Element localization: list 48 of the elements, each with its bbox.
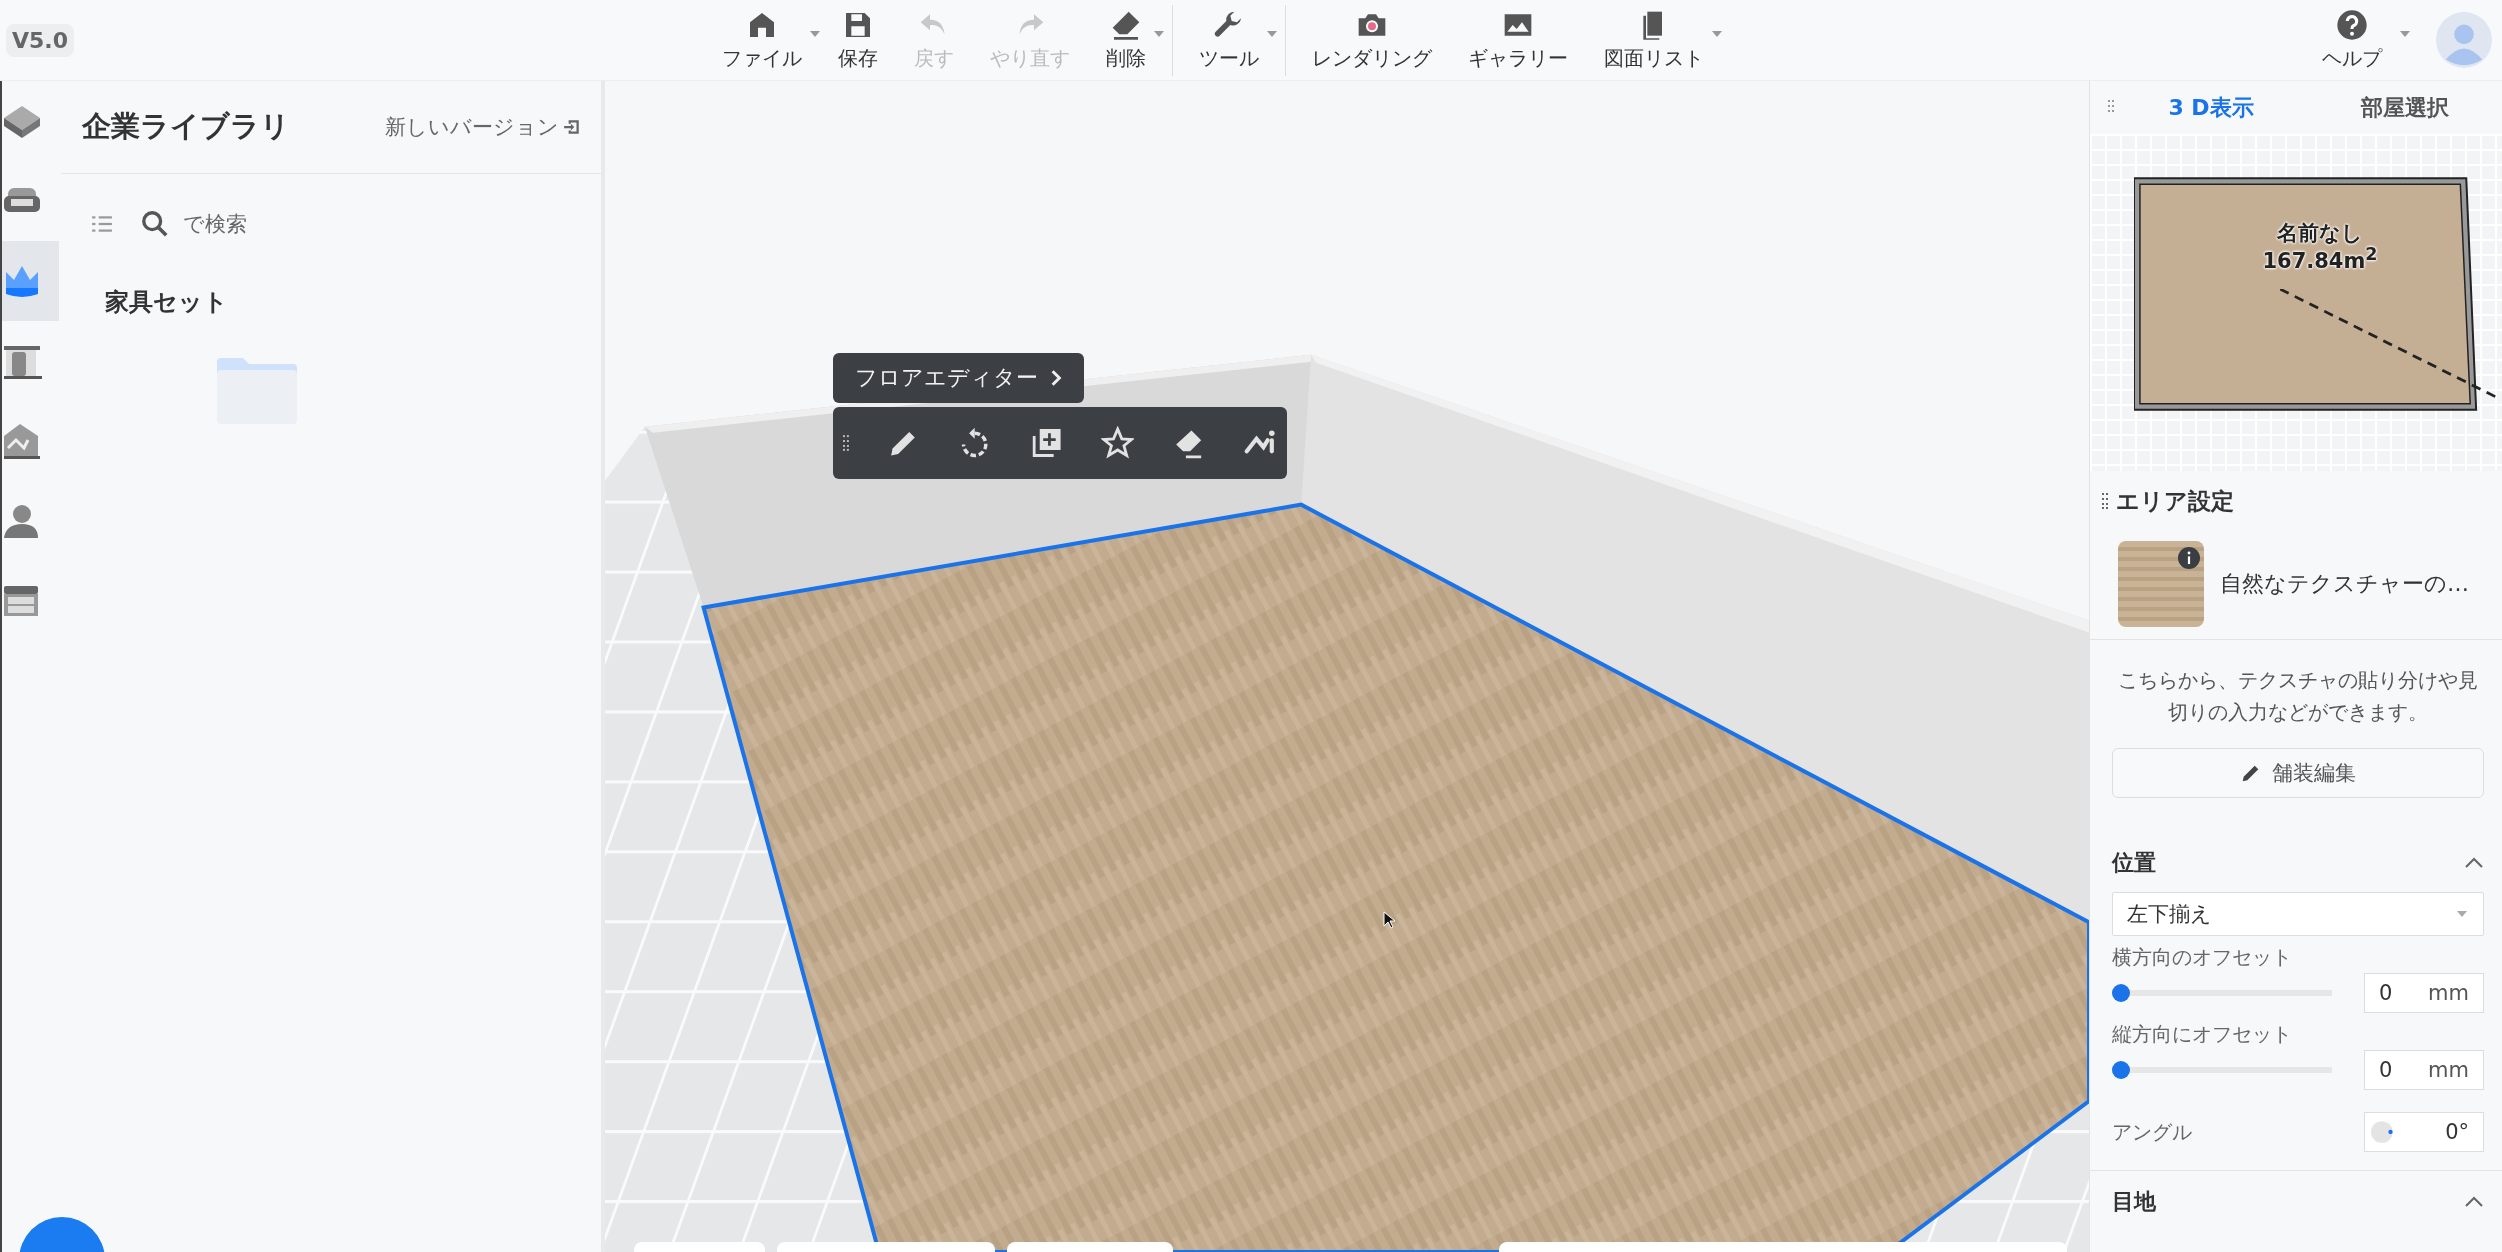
room-area: 167.84m$^{2}$ (2262, 245, 2378, 274)
toolbar-button[interactable]: 保存 (820, 4, 896, 76)
view-tab[interactable]: 部屋選択 (2308, 91, 2502, 124)
toolbar-button[interactable]: ファイル (704, 4, 820, 76)
exit-icon (563, 118, 581, 136)
help-icon (2336, 8, 2368, 41)
angle-input[interactable]: 0° (2364, 1112, 2484, 1152)
view-tab[interactable]: 3 D表示 (2114, 91, 2308, 124)
alignment-dropdown[interactable]: 左下揃え (2112, 892, 2484, 936)
search-field[interactable]: で検索 (181, 211, 485, 237)
toolbar-button[interactable]: ギャラリー (1450, 4, 1586, 76)
section-title: 位置 (2112, 849, 2156, 877)
field-label: 縦方向にオフセット (2112, 1021, 2293, 1048)
texture-thumbnail[interactable] (2118, 541, 2204, 627)
floor-editor-button[interactable]: フロアエディター (833, 353, 1084, 403)
panel-title: 企業ライブラリ (82, 108, 290, 145)
chevron-right-icon (1050, 369, 1062, 387)
chevron-icon[interactable] (2464, 857, 2484, 869)
toolbar-button[interactable]: 削除 (1088, 4, 1164, 76)
help-button[interactable]: ヘルプ (2304, 4, 2410, 76)
caret-icon (2457, 911, 2467, 917)
cursor-icon (1383, 911, 1395, 929)
new-version-link[interactable]: 新しいバージョン (385, 113, 581, 141)
version-badge: V5.0 (6, 23, 74, 57)
drag-handle-icon[interactable] (2102, 493, 2108, 509)
description-text: こちらから、テクスチャの貼り分けや見切りの入力などができます。 (2117, 667, 2479, 726)
offset-input[interactable]: 0 mm (2364, 1050, 2484, 1090)
field-label: 横方向のオフセット (2112, 944, 2293, 971)
material-name: 自然なテクスチャーの… (2220, 570, 2469, 598)
field-label: アングル (2112, 1118, 2192, 1146)
chevron-icon[interactable] (2464, 1196, 2484, 1208)
drag-handle-icon[interactable] (843, 435, 849, 451)
offset-input[interactable]: 0 mm (2364, 973, 2484, 1013)
info-icon[interactable] (2178, 547, 2200, 569)
star-icon[interactable] (1100, 426, 1135, 460)
section-title: 家具セット (105, 287, 228, 318)
toolbar-button[interactable]: レンダリング (1285, 4, 1450, 76)
room-name: 名前なし (2277, 222, 2363, 246)
toolbar-button[interactable]: ツール (1172, 4, 1277, 76)
toolbar-button[interactable]: 図面リスト (1586, 4, 1722, 76)
section-title: 目地 (2112, 1188, 2156, 1216)
slider-thumb[interactable] (2112, 984, 2130, 1002)
search-icon (141, 210, 169, 238)
list-icon[interactable] (91, 213, 113, 235)
paving-edit-button[interactable]: 舗装編集 (2112, 748, 2484, 798)
slider-thumb[interactable] (2112, 1061, 2130, 1079)
sidebar-item[interactable] (2, 241, 59, 321)
panel-title: エリア設定 (2116, 486, 2234, 516)
